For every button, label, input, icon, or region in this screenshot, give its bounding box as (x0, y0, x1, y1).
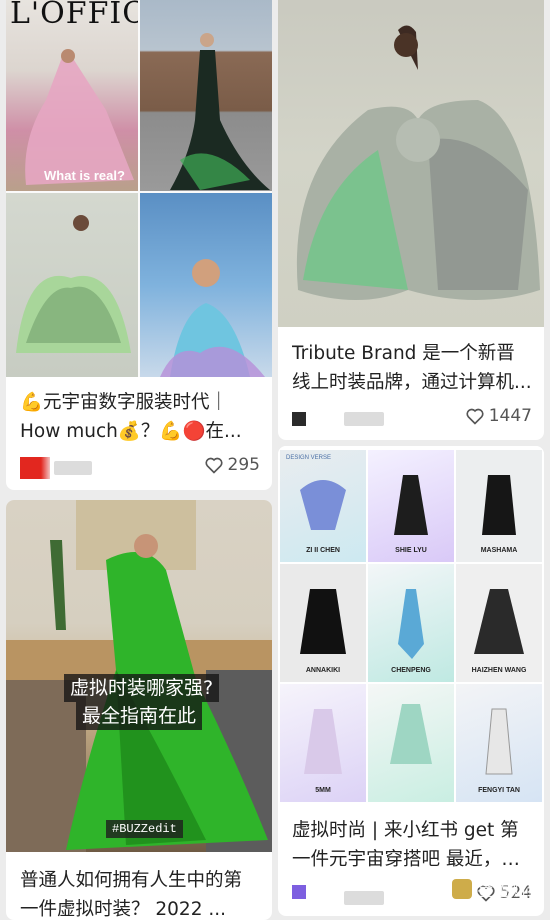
street-photo (140, 0, 272, 191)
post-title[interactable]: 普通人如何拥有人生中的第一件虚拟时装？ 2022 ... (20, 866, 260, 920)
like-count: 295 (227, 455, 260, 475)
designer-name: 5MM (315, 787, 331, 794)
designer-name: HAIZHEN WANG (471, 667, 527, 674)
post-cover-designer-grid[interactable]: DESIGN VERSE ZI II CHEN SHIE LYU MASHAMA… (278, 446, 544, 802)
like-button[interactable]: 295 (204, 455, 260, 475)
cover-tag: #BUZZedit (106, 820, 183, 838)
designer-tile: FENGYI TAN (456, 684, 542, 802)
avatar[interactable] (20, 457, 50, 479)
heart-icon (466, 408, 484, 425)
pink-gown-figure (25, 49, 135, 185)
portrait-photo (140, 193, 272, 377)
designer-tile: CHENPENG (368, 564, 454, 682)
bow-dress-photo (6, 193, 138, 377)
designer-tile (368, 684, 454, 802)
author-name[interactable] (344, 412, 384, 426)
designer-name: ANNAKIKI (305, 667, 341, 674)
designer-tile: HAIZHEN WANG (456, 564, 542, 682)
designer-tile: ANNAKIKI (280, 564, 366, 682)
designer-name: SHIE LYU (395, 547, 427, 554)
cover-headline: 虚拟时装哪家强? (64, 674, 220, 702)
designer-tile: MASHAMA (456, 450, 542, 562)
designer-tile: DESIGN VERSE ZI II CHEN (280, 450, 366, 562)
like-button[interactable]: 1447 (465, 406, 532, 426)
post-card[interactable]: Tribute Brand 是一个新晋线上时装品牌，通过计算机... 1447 (278, 0, 544, 440)
post-title[interactable]: 💪元宇宙数字服装时代｜How much💰？💪🔴在... (20, 388, 260, 446)
designer-name: FENGYI TAN (478, 787, 520, 794)
post-cover-collage[interactable]: L'OFFICIEL What is real? (6, 0, 272, 377)
post-cover-bow[interactable] (278, 0, 544, 327)
designer-name: CHENPENG (391, 667, 431, 674)
magazine-cover-image: L'OFFICIEL What is real? (6, 0, 138, 191)
designer-name: ZI II CHEN (306, 547, 340, 554)
like-count: 1447 (488, 406, 532, 426)
avatar[interactable] (292, 885, 306, 899)
post-cover-kitchen[interactable]: 虚拟时装哪家强? 最全指南在此 #BUZZedit (6, 500, 272, 852)
designer-name: MASHAMA (480, 547, 518, 554)
post-card[interactable]: DESIGN VERSE ZI II CHEN SHIE LYU MASHAMA… (278, 446, 544, 916)
post-meta: 295 (20, 455, 260, 481)
avatar[interactable] (292, 412, 306, 426)
watermark: 金色财经 (452, 876, 544, 901)
designer-tile: SHIE LYU (368, 450, 454, 562)
post-meta: 1447 (292, 406, 532, 432)
jinse-logo-icon (452, 878, 472, 899)
author-name[interactable] (54, 461, 92, 475)
post-card[interactable]: 虚拟时装哪家强? 最全指南在此 #BUZZedit 普通人如何拥有人生中的第一件… (6, 500, 272, 920)
cover-subheadline: 最全指南在此 (76, 702, 203, 730)
watermark-text: 金色财经 (476, 881, 544, 901)
cover-caption: What is real? (44, 168, 125, 183)
post-card[interactable]: L'OFFICIEL What is real? (6, 0, 272, 490)
post-title[interactable]: 虚拟时尚 | 来小红书 get 第一件元宇宙穿搭吧 最近，超... (292, 816, 532, 874)
heart-icon (204, 457, 223, 474)
post-title[interactable]: Tribute Brand 是一个新晋线上时装品牌，通过计算机... (292, 339, 532, 397)
designer-tile: 5MM (280, 684, 366, 802)
author-name[interactable] (344, 891, 384, 905)
